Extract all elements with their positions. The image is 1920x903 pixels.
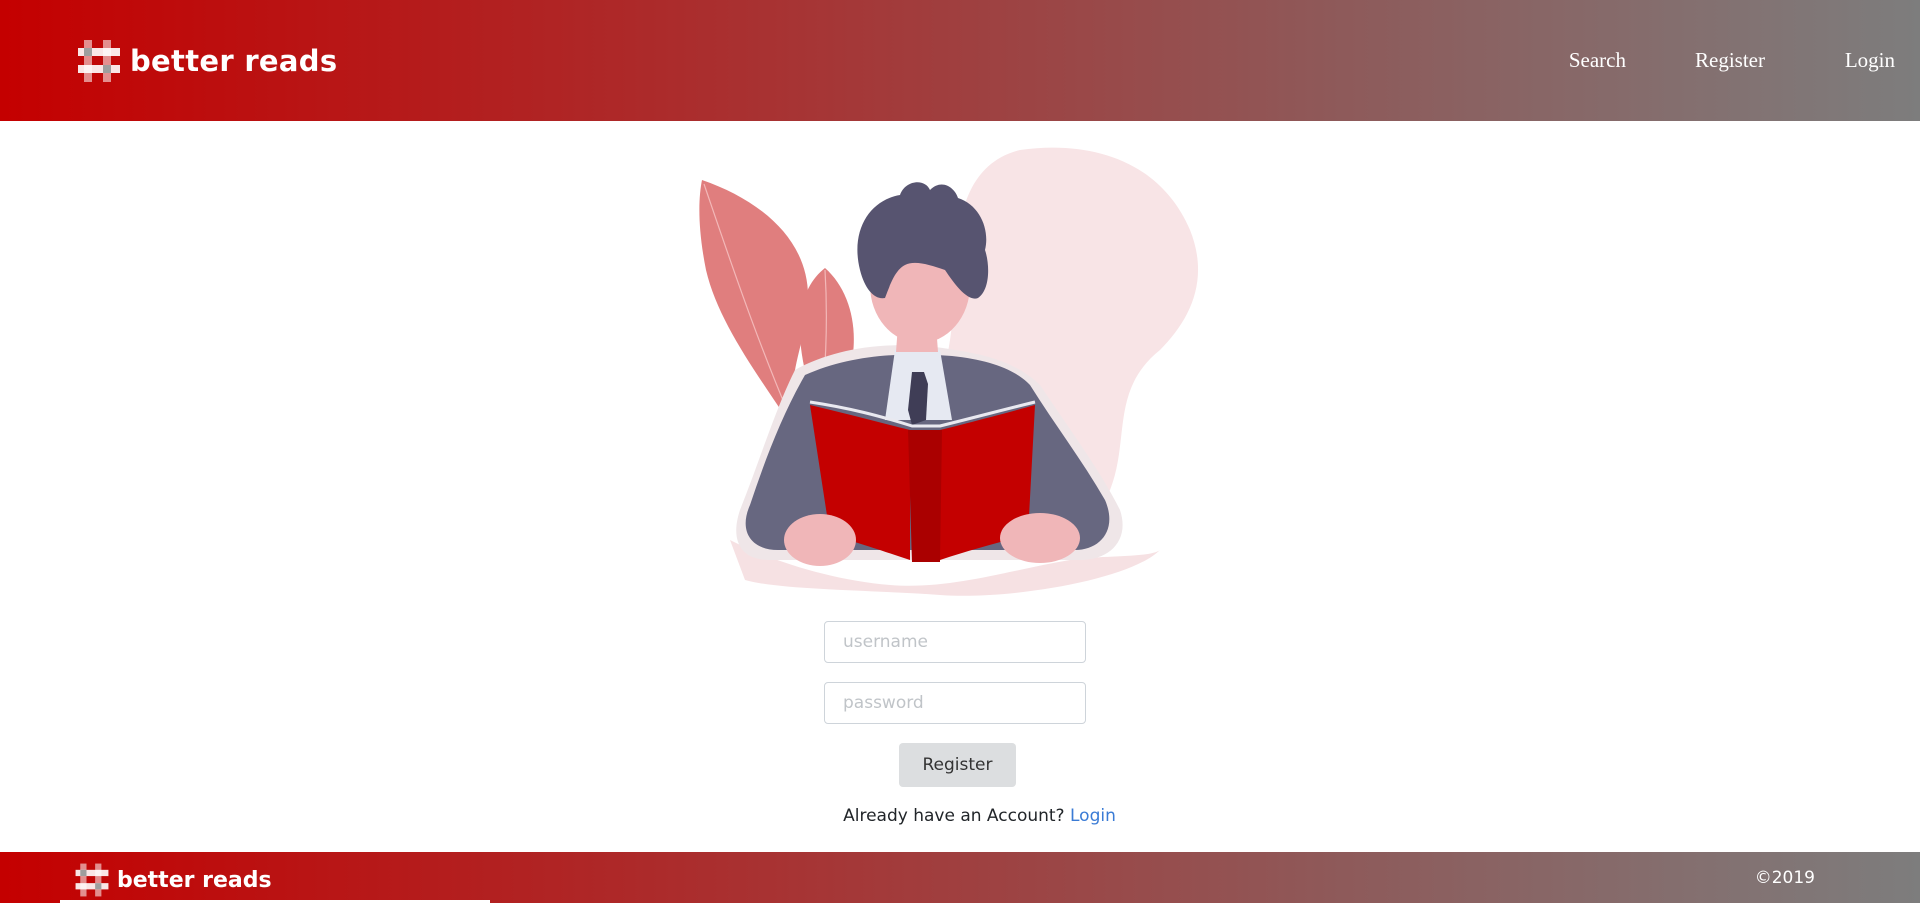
book-spine	[908, 430, 942, 562]
hash-grid-icon	[78, 40, 120, 82]
reading-person-illustration	[699, 147, 1199, 596]
password-input[interactable]	[824, 682, 1086, 724]
site-footer: better reads ©2019	[0, 852, 1920, 903]
footer-brand: better reads	[74, 862, 272, 898]
copyright-text: ©2019	[1754, 868, 1815, 888]
brand-name: better reads	[130, 44, 338, 78]
right-hand	[1000, 513, 1080, 563]
footer-brand-name: better reads	[117, 867, 272, 893]
register-button[interactable]: Register	[899, 743, 1016, 787]
brand-logo-link[interactable]: better reads	[76, 38, 337, 84]
nav-search[interactable]: Search	[1569, 48, 1626, 73]
site-header: better reads Search Register Login	[0, 0, 1920, 121]
login-link[interactable]: Login	[1070, 806, 1116, 826]
hash-grid-icon	[75, 863, 109, 897]
username-input[interactable]	[824, 621, 1086, 663]
left-hand	[784, 514, 856, 566]
login-prompt: Already have an Account? Login	[0, 806, 1920, 826]
account-prompt-text: Already have an Account?	[843, 806, 1065, 826]
nav-register[interactable]: Register	[1695, 48, 1765, 73]
nav-login[interactable]: Login	[1845, 48, 1895, 73]
